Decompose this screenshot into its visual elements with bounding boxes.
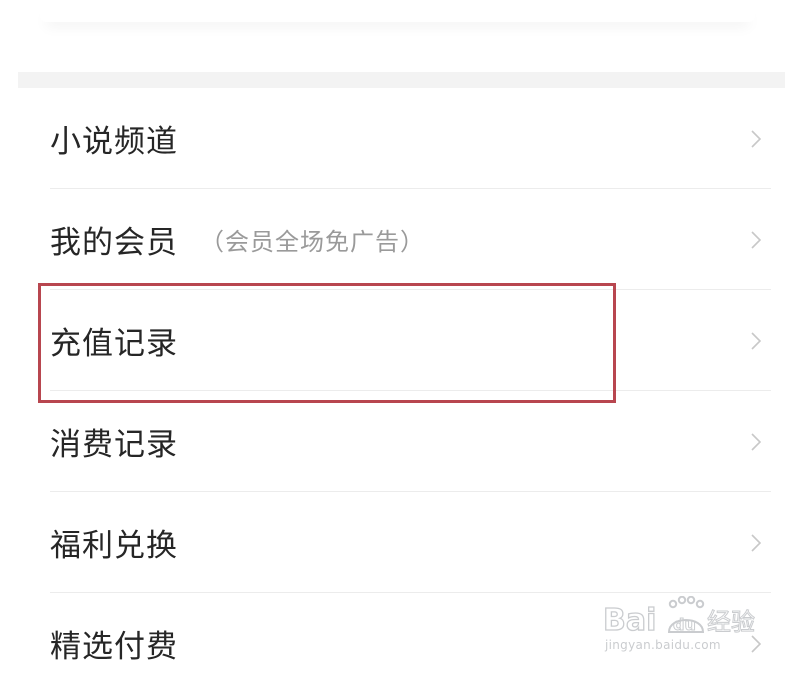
top-card-edge <box>40 0 755 22</box>
menu-item-my-membership[interactable]: 我的会员 （会员全场免广告） <box>18 189 785 290</box>
menu-item-label: 福利兑换 <box>50 528 178 564</box>
menu-item-label: 消费记录 <box>50 427 178 463</box>
chevron-right-icon <box>751 634 762 653</box>
menu-item-selected-paid[interactable]: 精选付费 <box>18 593 785 694</box>
chevron-right-icon <box>751 331 762 350</box>
membership-note: （会员全场免广告） <box>200 228 425 256</box>
menu-item-novel-channel[interactable]: 小说频道 <box>18 88 785 189</box>
menu-item-label: 充值记录 <box>50 326 178 362</box>
menu-item-label: 精选付费 <box>50 629 178 665</box>
section-divider <box>18 72 785 88</box>
chevron-right-icon <box>751 533 762 552</box>
menu-item-benefit-exchange[interactable]: 福利兑换 <box>18 492 785 593</box>
menu-item-consumption-records[interactable]: 消费记录 <box>18 391 785 492</box>
chevron-right-icon <box>751 432 762 451</box>
menu-item-label: 我的会员 <box>50 225 178 261</box>
menu-item-label: 小说频道 <box>50 124 178 160</box>
settings-menu-list: 小说频道 我的会员 （会员全场免广告） 充值记录 消费记录 福利兑换 精选付费 <box>18 88 785 694</box>
chevron-right-icon <box>751 230 762 249</box>
chevron-right-icon <box>751 129 762 148</box>
menu-item-recharge-records[interactable]: 充值记录 <box>18 290 785 391</box>
